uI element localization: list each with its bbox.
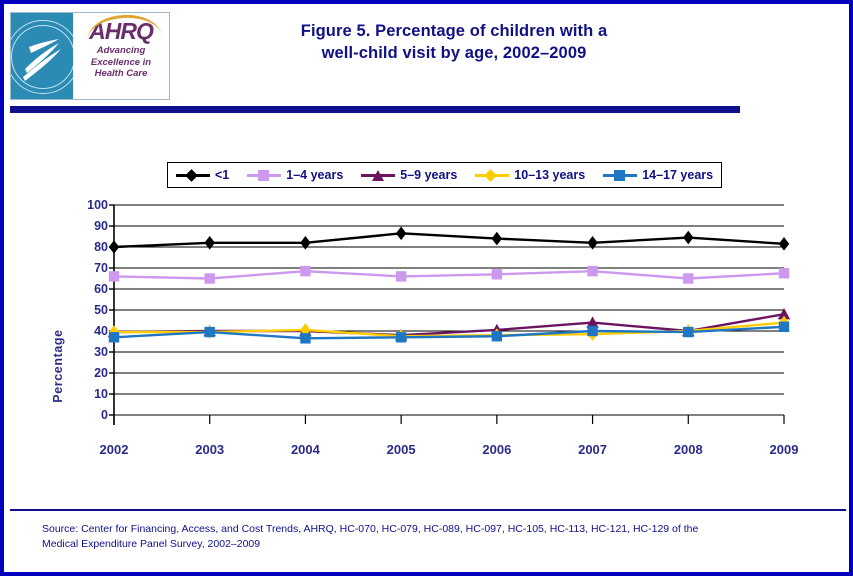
ahrq-tagline: Advancing Excellence in Health Care — [73, 45, 169, 80]
data-point-marker — [395, 271, 407, 282]
page-header: AHRQ Advancing Excellence in Health Care… — [4, 4, 849, 113]
x-tick-label: 2004 — [290, 442, 320, 457]
chart-series — [108, 265, 790, 284]
data-point-marker — [300, 333, 311, 344]
data-point-marker — [395, 332, 407, 343]
data-point-marker — [204, 326, 215, 338]
header-divider — [10, 106, 740, 113]
data-point-marker — [204, 236, 215, 250]
data-point-marker — [778, 321, 790, 332]
data-point-marker — [395, 226, 407, 241]
x-tick-label: 2003 — [195, 442, 225, 457]
x-tick-label: 2006 — [482, 442, 512, 457]
hhs-seal-icon — [11, 13, 73, 99]
data-point-marker — [683, 230, 694, 245]
source-note-line2: Medical Expenditure Panel Survey, 2002–2… — [42, 538, 261, 550]
ahrq-tagline-line3: Health Care — [94, 68, 148, 79]
x-tick-label: 2007 — [578, 442, 608, 457]
source-note-line1: Source: Center for Financing, Access, an… — [42, 523, 699, 535]
data-point-marker — [587, 325, 598, 337]
x-tick-label: 2008 — [673, 442, 703, 457]
series-line — [112, 232, 786, 249]
source-note: Source: Center for Financing, Access, an… — [42, 522, 822, 552]
chart-container: <1 1–4 years 5–9 years 10–13 years 14–17 yea… — [4, 124, 849, 494]
x-tick-label: 2005 — [386, 442, 416, 457]
data-point-marker — [300, 265, 311, 277]
data-point-marker — [587, 236, 598, 250]
data-point-marker — [108, 271, 120, 282]
data-point-marker — [778, 268, 790, 279]
data-point-marker — [204, 273, 215, 284]
x-tick-label: 2009 — [769, 442, 799, 457]
data-point-marker — [683, 273, 694, 284]
ahrq-tagline-line1: Advancing — [96, 45, 146, 56]
data-point-marker — [491, 231, 503, 246]
chart-plot — [107, 204, 791, 425]
ahrq-wordmark: AHRQ Advancing Excellence in Health Care — [73, 13, 169, 99]
ahrq-tagline-line2: Excellence in — [90, 56, 152, 68]
figure-page: AHRQ Advancing Excellence in Health Care… — [0, 0, 853, 576]
data-point-marker — [491, 269, 503, 280]
footer-divider — [10, 509, 846, 511]
data-point-marker — [108, 240, 120, 254]
data-point-marker — [587, 265, 598, 277]
page-title-line2: well-child visit by age, 2002–2009 — [321, 44, 587, 62]
data-point-marker — [683, 326, 694, 338]
x-tick-label: 2002 — [99, 442, 129, 457]
data-point-marker — [108, 332, 120, 343]
data-point-marker — [491, 331, 503, 342]
data-point-marker — [778, 237, 790, 251]
page-title: Figure 5. Percentage of children with a … — [194, 20, 714, 64]
page-title-line1: Figure 5. Percentage of children with a — [300, 22, 608, 40]
data-point-marker — [300, 236, 311, 250]
ahrq-logo: AHRQ Advancing Excellence in Health Care — [10, 12, 170, 100]
chart-series — [108, 226, 790, 254]
